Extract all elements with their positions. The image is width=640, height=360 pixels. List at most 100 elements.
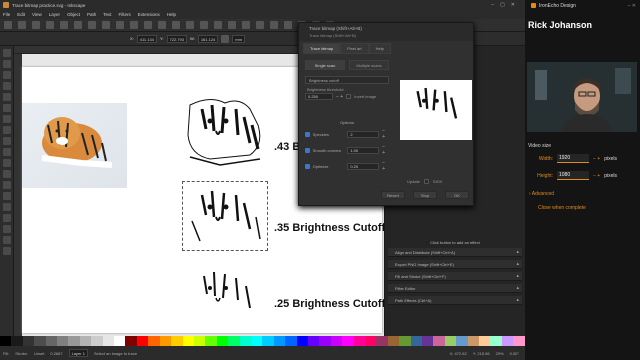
color-swatch[interactable] [296,336,308,346]
speckles-checkbox[interactable] [305,131,310,137]
color-swatch[interactable] [490,336,502,346]
menu-text[interactable]: Text [103,12,111,17]
gradient-tool-icon[interactable] [2,192,11,200]
siox-checkbox[interactable] [423,179,429,184]
multiple-scans-button[interactable]: Multiple scans [349,60,389,70]
color-swatch[interactable] [182,336,194,346]
color-swatch[interactable] [228,336,240,346]
revert-button[interactable]: Revert [381,191,405,199]
group-icon[interactable] [228,21,236,29]
color-swatch[interactable] [68,336,80,346]
optimize-field[interactable]: 0.20 [347,162,380,170]
tab-pixel-art[interactable]: Pixel art [340,43,369,54]
traced-tiger-25[interactable] [180,262,270,337]
color-swatch[interactable] [353,336,365,346]
color-swatch[interactable] [171,336,183,346]
menu-edit[interactable]: Edit [17,12,25,17]
traced-tiger-43[interactable] [180,95,270,170]
zoom-drawing-icon[interactable] [158,21,166,29]
pencil-tool-icon[interactable] [2,115,11,123]
dock-export-png[interactable]: Export PNG Image (Shift+Ctrl+E) ▴ [388,260,522,269]
advanced-toggle[interactable]: › Advanced [529,191,554,197]
unit-select[interactable]: mm [232,34,245,43]
clone-icon[interactable] [200,21,208,29]
color-swatch[interactable] [387,336,400,346]
color-swatch[interactable] [159,336,172,346]
color-swatch[interactable] [399,336,411,346]
color-swatch[interactable] [422,336,434,346]
stop-button[interactable]: Stop [413,191,437,199]
layers-icon[interactable] [284,21,292,29]
undo-icon[interactable] [88,21,96,29]
menu-filters[interactable]: Filters [119,12,131,17]
lock-icon[interactable] [221,34,230,43]
dropper-tool-icon[interactable] [2,214,11,222]
window-controls[interactable]: – ✕ [628,3,636,9]
color-swatch[interactable] [250,336,263,346]
node-tool-icon[interactable] [2,60,11,68]
dock-fill-stroke[interactable]: Fill and Stroke (Shift+Ctrl+F) ▴ [388,272,522,281]
pen-tool-icon[interactable] [2,126,11,134]
height-stepper[interactable]: − + [593,173,600,179]
zoom-page-icon[interactable] [172,21,180,29]
color-tiger-photo[interactable] [22,103,127,188]
menu-layer[interactable]: Layer [49,12,60,17]
layer-select[interactable]: Layer 1 [68,349,88,357]
duplicate-icon[interactable] [186,21,194,29]
ok-button[interactable]: OK [445,191,469,199]
menu-object[interactable]: Object [67,12,80,17]
color-swatch[interactable] [45,336,58,346]
ellipse-tool-icon[interactable] [2,82,11,90]
eraser-tool-icon[interactable] [2,170,11,178]
text-tool-icon[interactable] [2,148,11,156]
width-stepper[interactable]: − + [593,156,600,162]
close-when-complete-toggle[interactable]: Close when complete [538,205,586,211]
connector-tool-icon[interactable] [2,225,11,233]
tab-trace-bitmap[interactable]: Trace bitmap [303,43,341,54]
color-swatch[interactable] [456,336,468,346]
color-swatch[interactable] [410,336,423,346]
color-swatch[interactable] [285,336,297,346]
optimize-stepper[interactable]: − + [382,160,389,172]
export-icon[interactable] [74,21,82,29]
color-swatch[interactable] [376,336,388,346]
color-swatch[interactable] [433,336,445,346]
color-swatch[interactable] [501,336,514,346]
save-icon[interactable] [32,21,40,29]
tab-help[interactable]: Help [368,43,391,54]
color-swatch[interactable] [216,336,229,346]
color-swatch[interactable] [467,336,480,346]
selector-tool-icon[interactable] [2,49,11,57]
single-scan-button[interactable]: Single scan [305,60,345,70]
copy-icon[interactable] [116,21,124,29]
color-swatch[interactable] [114,336,126,346]
spiral-tool-icon[interactable] [2,104,11,112]
open-icon[interactable] [18,21,26,29]
color-swatch[interactable] [102,336,115,346]
threshold-stepper[interactable]: − + [336,94,343,100]
color-swatch[interactable] [0,336,12,346]
color-swatch[interactable] [319,336,331,346]
color-swatch[interactable] [479,336,491,346]
speckles-field[interactable]: 2 [347,130,380,138]
menu-help[interactable]: Help [167,12,176,17]
zoom-field[interactable]: 29% [496,351,504,356]
dialog-titlebar[interactable]: Trace bitmap (Shift+Alt+B) [299,23,473,33]
color-swatch[interactable] [79,336,92,346]
import-icon[interactable] [60,21,68,29]
stroke-width[interactable]: 0.2667 [50,351,62,356]
color-swatch[interactable] [273,336,286,346]
color-swatch[interactable] [34,336,46,346]
color-swatch[interactable] [148,336,160,346]
text-font-icon[interactable] [270,21,278,29]
dock-filter-editor[interactable]: Filter Editor ▴ [388,284,522,293]
rotation-field[interactable]: 0.00° [510,351,519,356]
smooth-corners-checkbox[interactable] [305,147,310,153]
mesh-tool-icon[interactable] [2,203,11,211]
color-swatch[interactable] [330,336,343,346]
detection-method-select[interactable]: Brightness cutoff [305,76,389,84]
color-swatch[interactable] [11,336,23,346]
color-swatch[interactable] [57,336,69,346]
x-field[interactable]: 411.134 [136,34,157,43]
dock-path-effects[interactable]: Path Effects (Ctrl+&) ▴ [388,296,522,305]
